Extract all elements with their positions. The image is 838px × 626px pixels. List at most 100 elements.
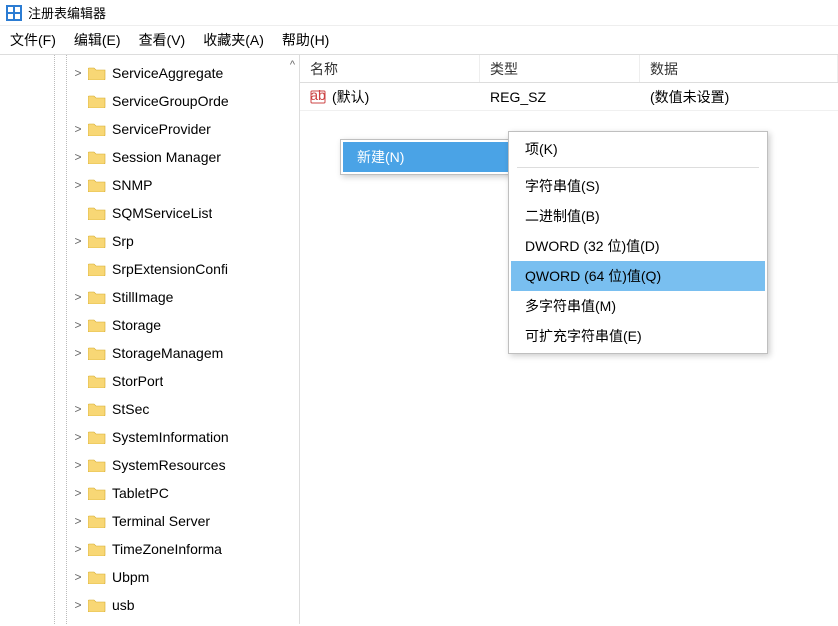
context-menu-new-label: 新建(N) — [357, 147, 404, 167]
app-icon — [6, 5, 22, 21]
tree-item[interactable]: > StorageManagem — [0, 339, 299, 367]
submenu-multistring-label: 多字符串值(M) — [525, 296, 616, 316]
tree-item[interactable]: >usb — [0, 591, 299, 619]
content: ^ >ServiceAggregateServiceGroupOrde>Serv… — [0, 54, 838, 624]
menu-edit[interactable]: 编辑(E) — [74, 30, 121, 50]
tree-item[interactable]: > TimeZoneInforma — [0, 535, 299, 563]
value-name: (默认) — [332, 87, 369, 107]
folder-icon — [88, 234, 106, 248]
submenu-expandstring-label: 可扩充字符串值(E) — [525, 326, 642, 346]
tree-pane[interactable]: ^ >ServiceAggregateServiceGroupOrde>Serv… — [0, 55, 300, 624]
tree-item[interactable]: > ServiceAggregate — [0, 59, 299, 87]
submenu-key[interactable]: 项(K) — [511, 134, 765, 164]
tree-item[interactable]: > Terminal Server — [0, 507, 299, 535]
tree-item[interactable]: > Session Manager — [0, 143, 299, 171]
tree-item[interactable]: StorPort — [0, 367, 299, 395]
list-row[interactable]: ab (默认) REG_SZ(数值未设置) — [300, 83, 838, 111]
submenu-qword[interactable]: QWORD (64 位)值(Q) — [511, 261, 765, 291]
tree-item[interactable]: SQMServiceList — [0, 199, 299, 227]
cell-data: (数值未设置) — [640, 83, 838, 110]
folder-icon — [88, 178, 106, 192]
submenu-separator — [517, 167, 759, 168]
folder-icon — [88, 374, 106, 388]
folder-icon — [88, 122, 106, 136]
tree-item-label: Terminal Server — [112, 513, 210, 529]
expander-icon[interactable]: > — [72, 318, 84, 332]
expander-icon[interactable]: > — [72, 542, 84, 556]
submenu-binary-label: 二进制值(B) — [525, 206, 600, 226]
context-submenu-new: 项(K) 字符串值(S) 二进制值(B) DWORD (32 位)值(D) QW… — [508, 131, 768, 354]
expander-icon[interactable]: > — [72, 346, 84, 360]
tree-item[interactable]: > SystemInformation — [0, 423, 299, 451]
expander-icon[interactable]: > — [72, 290, 84, 304]
submenu-dword[interactable]: DWORD (32 位)值(D) — [511, 231, 765, 261]
folder-icon — [88, 542, 106, 556]
folder-icon — [88, 486, 106, 500]
tree-item[interactable]: > Ubpm — [0, 563, 299, 591]
cell-type: REG_SZ — [480, 83, 640, 110]
tree-item[interactable]: > StillImage — [0, 283, 299, 311]
titlebar: 注册表编辑器 — [0, 0, 838, 26]
window-title: 注册表编辑器 — [28, 3, 106, 22]
expander-icon[interactable]: > — [72, 178, 84, 192]
expander-icon[interactable]: > — [72, 598, 84, 612]
tree-item[interactable]: >SNMP — [0, 171, 299, 199]
cell-name: ab (默认) — [300, 83, 480, 110]
tree-item-label: StillImage — [112, 289, 173, 305]
expander-icon[interactable]: > — [72, 430, 84, 444]
expander-icon[interactable]: > — [72, 150, 84, 164]
tree-item-label: Ubpm — [112, 569, 149, 585]
folder-icon — [88, 290, 106, 304]
expander-icon[interactable]: > — [72, 458, 84, 472]
tree-item[interactable]: > Storage — [0, 311, 299, 339]
tree-item-label: SrpExtensionConfi — [112, 261, 228, 277]
submenu-multistring[interactable]: 多字符串值(M) — [511, 291, 765, 321]
expander-icon[interactable]: > — [72, 66, 84, 80]
tree-item[interactable]: > SystemResources — [0, 451, 299, 479]
tree-item-label: SystemInformation — [112, 429, 229, 445]
tree-item-label: StorageManagem — [112, 345, 223, 361]
submenu-string[interactable]: 字符串值(S) — [511, 171, 765, 201]
tree-item[interactable]: > ServiceProvider — [0, 115, 299, 143]
column-type[interactable]: 类型 — [480, 55, 640, 82]
expander-icon[interactable]: > — [72, 570, 84, 584]
tree-item-label: TimeZoneInforma — [112, 541, 222, 557]
tree-item-label: ServiceAggregate — [112, 65, 223, 81]
folder-icon — [88, 206, 106, 220]
tree-item-label: Session Manager — [112, 149, 221, 165]
tree-item-label: StSec — [112, 401, 149, 417]
tree-item-label: SystemResources — [112, 457, 226, 473]
folder-icon — [88, 66, 106, 80]
menu-view[interactable]: 查看(V) — [139, 30, 186, 50]
tree-item-label: Srp — [112, 233, 134, 249]
expander-icon[interactable]: > — [72, 122, 84, 136]
expander-icon[interactable]: > — [72, 486, 84, 500]
tree-item[interactable]: ServiceGroupOrde — [0, 87, 299, 115]
submenu-expandstring[interactable]: 可扩充字符串值(E) — [511, 321, 765, 351]
tree-item[interactable]: SrpExtensionConfi — [0, 255, 299, 283]
submenu-binary[interactable]: 二进制值(B) — [511, 201, 765, 231]
list-pane[interactable]: 名称 类型 数据 ab(默认)REG_SZ(数值未设置) 新建(N) › 项(K… — [300, 55, 838, 624]
tree-item[interactable]: >TabletPC — [0, 479, 299, 507]
folder-icon — [88, 458, 106, 472]
svg-text:ab: ab — [310, 89, 326, 103]
folder-icon — [88, 430, 106, 444]
tree-item-label: ServiceProvider — [112, 121, 211, 137]
expander-icon[interactable]: > — [72, 402, 84, 416]
tree-item-label: StorPort — [112, 373, 163, 389]
tree-item[interactable]: > StSec — [0, 395, 299, 423]
folder-icon — [88, 346, 106, 360]
tree: > ServiceAggregate ServiceGroupOrde > Servic… — [0, 55, 299, 623]
menu-help[interactable]: 帮助(H) — [282, 30, 329, 50]
folder-icon — [88, 262, 106, 276]
tree-item[interactable]: > Srp — [0, 227, 299, 255]
column-name[interactable]: 名称 — [300, 55, 480, 82]
expander-icon[interactable]: > — [72, 234, 84, 248]
expander-icon[interactable]: > — [72, 514, 84, 528]
submenu-key-label: 项(K) — [525, 139, 558, 159]
tree-item-label: Storage — [112, 317, 161, 333]
column-data[interactable]: 数据 — [640, 55, 838, 82]
menu-file[interactable]: 文件(F) — [10, 30, 56, 50]
folder-icon — [88, 570, 106, 584]
menu-favorites[interactable]: 收藏夹(A) — [203, 30, 264, 50]
